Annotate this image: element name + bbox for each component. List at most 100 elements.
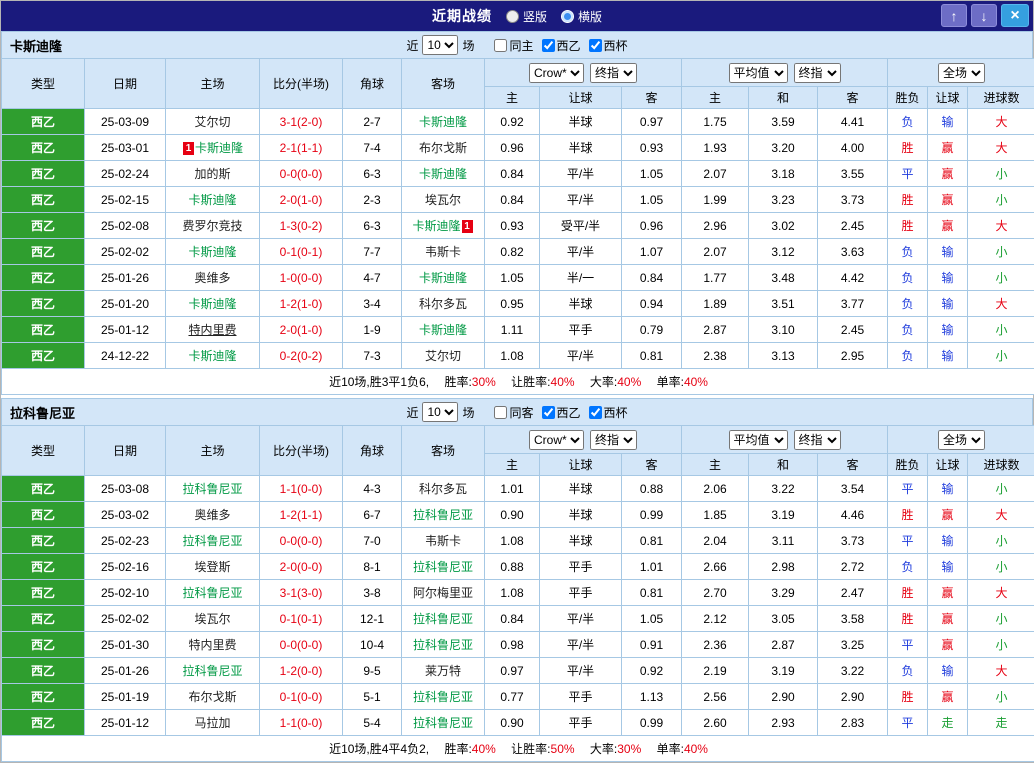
team-link[interactable]: 拉科鲁尼亚 (413, 560, 473, 574)
team-link[interactable]: 拉科鲁尼亚 (413, 508, 473, 522)
match-score[interactable]: 0-0(0-0) (260, 632, 343, 658)
odds-stage-select[interactable]: 终指 (590, 63, 637, 83)
match-score[interactable]: 0-1(0-1) (260, 239, 343, 265)
match-score[interactable]: 1-1(0-0) (260, 710, 343, 736)
team-link[interactable]: 艾尔切 (194, 115, 230, 129)
team-link[interactable]: 卡斯迪隆 (195, 141, 243, 155)
team-link[interactable]: 拉科鲁尼亚 (413, 716, 473, 730)
team-link[interactable]: 莱万特 (425, 664, 461, 678)
team-link[interactable]: 拉科鲁尼亚 (182, 534, 242, 548)
scroll-down-button[interactable]: ↓ (971, 4, 997, 27)
avg-stage-select[interactable]: 终指 (794, 63, 841, 83)
team-link[interactable]: 费罗尔竞技 (182, 219, 242, 233)
cup-checkbox[interactable]: 西杯 (585, 37, 628, 54)
match-score[interactable]: 1-2(1-0) (260, 291, 343, 317)
odds-stage-select[interactable]: 终指 (590, 430, 637, 450)
match-score[interactable]: 0-1(0-1) (260, 606, 343, 632)
same-venue-checkbox-input[interactable] (494, 39, 507, 52)
team-link[interactable]: 韦斯卡 (425, 534, 461, 548)
team-link[interactable]: 奥维多 (194, 508, 230, 522)
match-date: 25-01-26 (85, 658, 166, 684)
team-link[interactable]: 卡斯迪隆 (412, 219, 460, 233)
scope-select[interactable]: 全场 (938, 63, 985, 83)
team-link[interactable]: 拉科鲁尼亚 (413, 612, 473, 626)
same-venue-checkbox[interactable]: 同客 (490, 404, 533, 421)
team-link[interactable]: 艾尔切 (425, 349, 461, 363)
team-link[interactable]: 拉科鲁尼亚 (182, 664, 242, 678)
home-team-cell: 加的斯 (166, 161, 260, 187)
cup-checkbox[interactable]: 西杯 (585, 404, 628, 421)
match-score[interactable]: 0-2(0-2) (260, 343, 343, 369)
avg-away-value: 2.83 (818, 710, 888, 736)
match-score[interactable]: 1-1(0-0) (260, 476, 343, 502)
match-score[interactable]: 2-0(1-0) (260, 187, 343, 213)
team-link[interactable]: 埃瓦尔 (194, 612, 230, 626)
team-link[interactable]: 加的斯 (194, 167, 230, 181)
scroll-up-button[interactable]: ↑ (941, 4, 967, 27)
team-link[interactable]: 拉科鲁尼亚 (413, 690, 473, 704)
match-score[interactable]: 1-3(0-2) (260, 213, 343, 239)
team-link[interactable]: 卡斯迪隆 (419, 167, 467, 181)
avg-stage-select[interactable]: 终指 (794, 430, 841, 450)
team-link[interactable]: 奥维多 (194, 271, 230, 285)
league-checkbox-input[interactable] (542, 39, 555, 52)
result-outcome-cell: 平 (888, 710, 928, 736)
team-link[interactable]: 卡斯迪隆 (419, 323, 467, 337)
match-score[interactable]: 3-1(3-0) (260, 580, 343, 606)
match-score[interactable]: 1-2(1-1) (260, 502, 343, 528)
avg-select[interactable]: 平均值 (729, 430, 788, 450)
match-score[interactable]: 0-0(0-0) (260, 528, 343, 554)
match-score[interactable]: 1-2(0-0) (260, 658, 343, 684)
layout-horizontal-radio[interactable]: 横版 (561, 8, 602, 25)
avg-select[interactable]: 平均值 (729, 63, 788, 83)
team-link[interactable]: 布尔戈斯 (188, 690, 236, 704)
same-venue-checkbox[interactable]: 同主 (490, 37, 533, 54)
col-avg-draw: 和 (749, 87, 818, 109)
odds-company-select[interactable]: Crow* (529, 430, 584, 450)
team-link[interactable]: 特内里费 (188, 638, 236, 652)
team-link[interactable]: 卡斯迪隆 (188, 297, 236, 311)
match-score[interactable]: 2-0(1-0) (260, 317, 343, 343)
team-link[interactable]: 阿尔梅里亚 (413, 586, 473, 600)
team-link[interactable]: 卡斯迪隆 (188, 349, 236, 363)
league-checkbox[interactable]: 西乙 (538, 37, 581, 54)
avg-draw-value: 2.98 (749, 554, 818, 580)
team-link[interactable]: 卡斯迪隆 (419, 115, 467, 129)
team-link[interactable]: 特内里费 (188, 323, 236, 337)
team-link[interactable]: 拉科鲁尼亚 (182, 586, 242, 600)
team-link[interactable]: 韦斯卡 (425, 245, 461, 259)
result-goals-cell: 大 (968, 658, 1034, 684)
team-link[interactable]: 拉科鲁尼亚 (182, 482, 242, 496)
same-venue-checkbox-input[interactable] (494, 406, 507, 419)
team-link[interactable]: 卡斯迪隆 (188, 193, 236, 207)
match-count-select[interactable]: 10 (422, 35, 458, 55)
result-handicap-cell: 赢 (928, 213, 968, 239)
match-count-select[interactable]: 10 (422, 402, 458, 422)
match-score[interactable]: 2-0(0-0) (260, 554, 343, 580)
scope-select[interactable]: 全场 (938, 430, 985, 450)
cup-checkbox-input[interactable] (589, 39, 602, 52)
team-link[interactable]: 布尔戈斯 (419, 141, 467, 155)
team-link[interactable]: 卡斯迪隆 (188, 245, 236, 259)
team-link[interactable]: 科尔多瓦 (419, 297, 467, 311)
team-link[interactable]: 拉科鲁尼亚 (413, 638, 473, 652)
league-checkbox-input[interactable] (542, 406, 555, 419)
away-team-cell: 莱万特 (402, 658, 485, 684)
team-link[interactable]: 埃登斯 (194, 560, 230, 574)
avg-home-value: 2.66 (682, 554, 749, 580)
match-score[interactable]: 3-1(2-0) (260, 109, 343, 135)
match-score[interactable]: 0-0(0-0) (260, 161, 343, 187)
close-button[interactable]: × (1001, 4, 1029, 27)
team-link[interactable]: 马拉加 (194, 716, 230, 730)
team-link[interactable]: 埃瓦尔 (425, 193, 461, 207)
team-link[interactable]: 科尔多瓦 (419, 482, 467, 496)
league-checkbox[interactable]: 西乙 (538, 404, 581, 421)
match-score[interactable]: 1-0(0-0) (260, 265, 343, 291)
layout-vertical-radio[interactable]: 竖版 (506, 8, 547, 25)
cup-checkbox-input[interactable] (589, 406, 602, 419)
odds-company-select[interactable]: Crow* (529, 63, 584, 83)
match-score[interactable]: 0-1(0-0) (260, 684, 343, 710)
team-link[interactable]: 卡斯迪隆 (419, 271, 467, 285)
match-score[interactable]: 2-1(1-1) (260, 135, 343, 161)
match-row: 西乙25-02-02埃瓦尔0-1(0-1)12-1拉科鲁尼亚0.84平/半1.0… (2, 606, 1034, 632)
